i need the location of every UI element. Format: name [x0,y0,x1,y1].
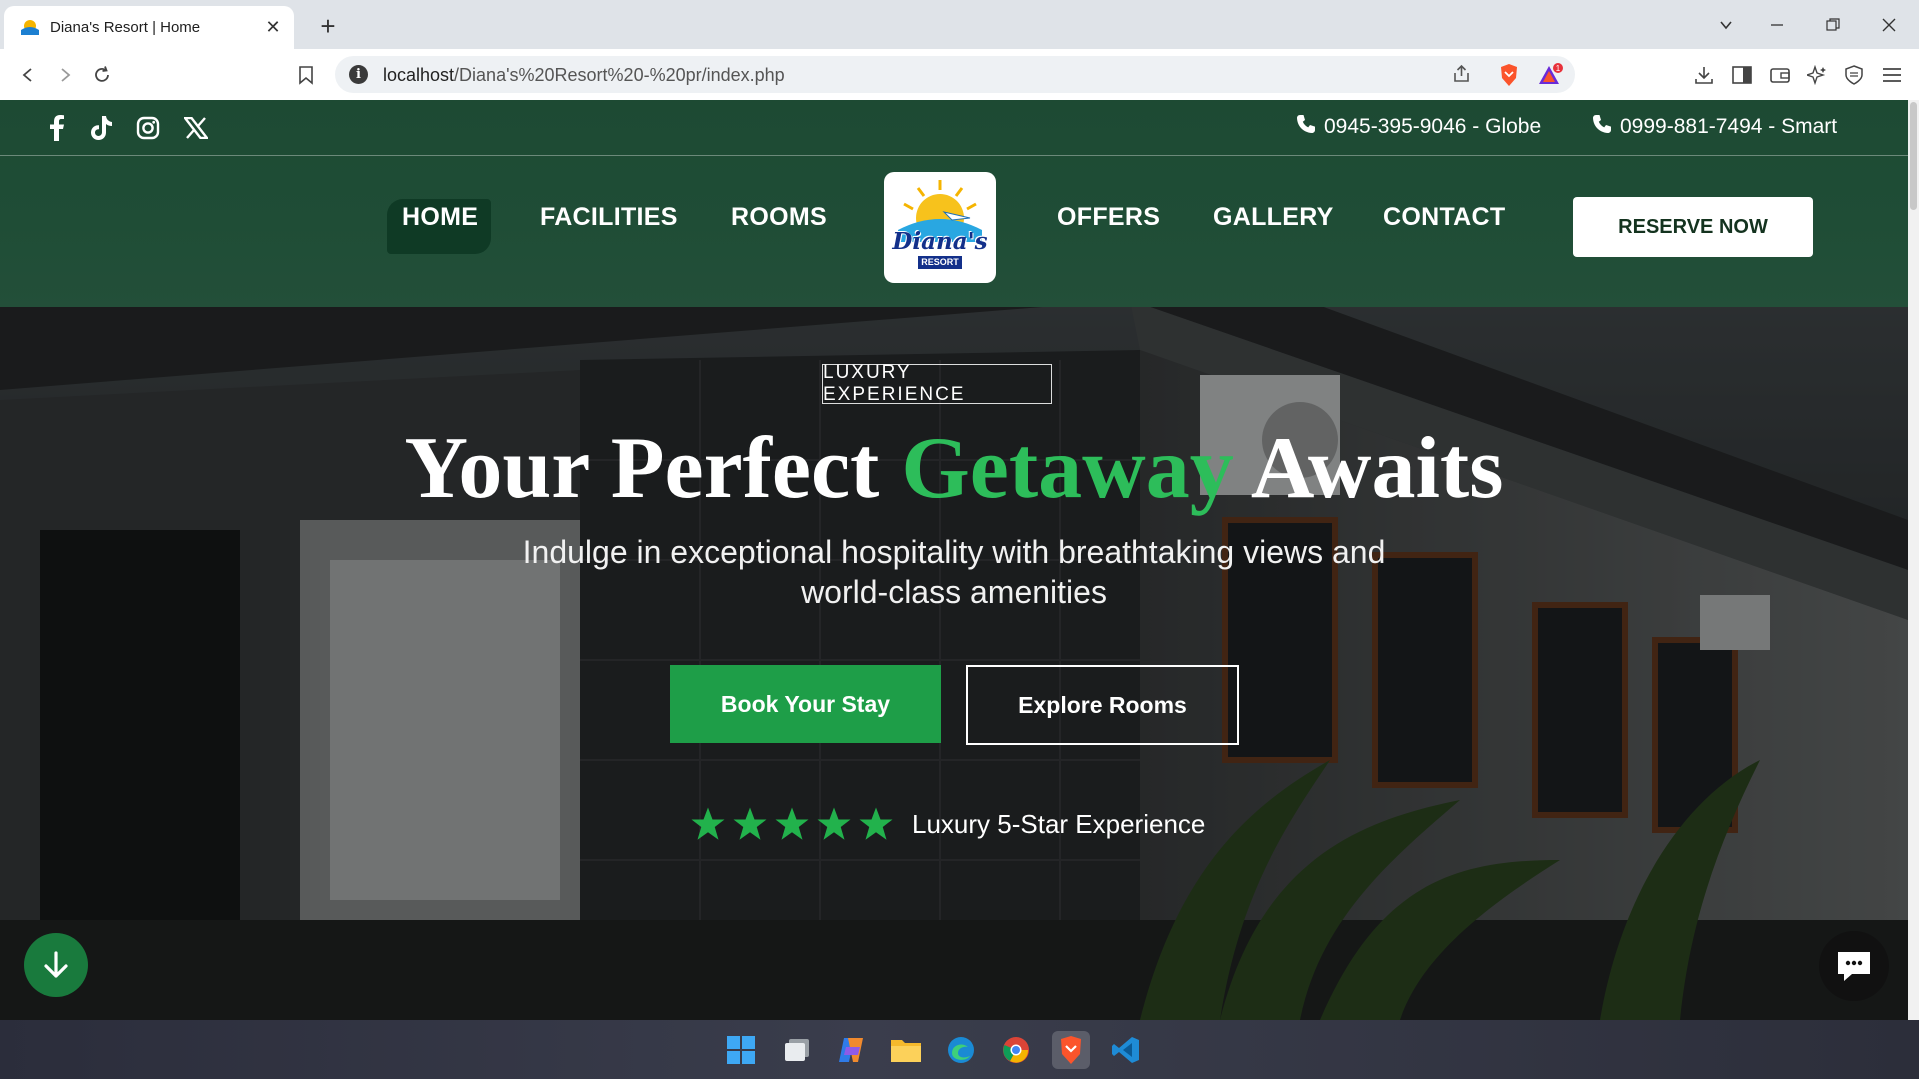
phone-icon [1296,114,1316,140]
back-icon[interactable] [14,61,42,89]
book-your-stay-button[interactable]: Book Your Stay [670,665,941,743]
browser-tab-active[interactable]: Diana's Resort | Home ✕ [4,6,294,49]
copilot-icon[interactable] [832,1031,870,1069]
phone-icon [1592,114,1612,140]
nav-facilities[interactable]: FACILITIES [540,203,678,232]
phone-globe-text: 0945-395-9046 - Globe [1324,115,1542,138]
restore-icon[interactable] [1818,10,1848,40]
sidebar-icon[interactable] [1728,61,1756,89]
nav-contact[interactable]: CONTACT [1383,203,1505,232]
bookmark-icon[interactable] [292,61,320,89]
share-icon[interactable] [1448,60,1476,88]
top-info-bar: 0945-395-9046 - Globe 0999-881-7494 - Sm… [0,100,1908,156]
reserve-now-button[interactable]: RESERVE NOW [1573,197,1813,257]
star-icon [859,807,893,840]
instagram-icon[interactable] [134,114,162,142]
page-scrollbar[interactable] [1908,100,1919,1020]
hero-tag: LUXURY EXPERIENCE [822,362,1052,405]
hero-subtitle: Indulge in exceptional hospitality with … [454,532,1454,612]
task-view-icon[interactable] [778,1031,816,1069]
hero-subtitle-line1: Indulge in exceptional hospitality with … [522,534,1386,570]
star-icon [733,807,767,840]
hero-title: Your Perfect Getaway Awaits [0,418,1908,519]
nav-offers[interactable]: OFFERS [1057,203,1160,232]
download-icon[interactable] [1690,61,1718,89]
chat-bubble-icon [1838,952,1870,981]
forward-icon[interactable] [51,61,79,89]
wallet-icon[interactable] [1766,61,1794,89]
tab-title: Diana's Resort | Home [50,19,201,36]
browser-tab-strip: Diana's Resort | Home ✕ + [0,0,1919,49]
tab-close-icon[interactable]: ✕ [262,17,284,39]
star-icon [691,807,725,840]
svg-text:1: 1 [1556,64,1561,73]
tiktok-icon[interactable] [87,114,115,142]
hero-title-end: Awaits [1233,420,1504,517]
logo-subtext: RESORT [918,256,962,269]
hero-subtitle-line2: world-class amenities [801,574,1107,610]
browser-toolbar: i localhost/Diana's%20Resort%20-%20pr/in… [0,49,1919,101]
hero-title-start: Your Perfect [404,420,902,517]
arrow-down-icon [44,951,68,978]
x-twitter-icon[interactable] [182,114,210,142]
windows-start-icon[interactable] [722,1031,760,1069]
tab-search-chevron-icon[interactable] [1711,10,1741,40]
phone-globe[interactable]: 0945-395-9046 - Globe [1296,114,1541,140]
file-explorer-icon[interactable] [887,1031,925,1069]
phone-smart[interactable]: 0999-881-7494 - Smart [1592,114,1837,140]
star-icon [775,807,809,840]
vpn-shield-icon[interactable] [1840,61,1868,89]
rating-label: Luxury 5-Star Experience [912,808,1206,839]
brave-browser-icon[interactable] [1052,1031,1090,1069]
site-info-icon[interactable]: i [349,65,368,84]
star-rating: Luxury 5-Star Experience [690,806,1205,842]
brave-rewards-icon[interactable]: 1 [1537,61,1565,89]
facebook-icon[interactable] [43,114,71,142]
windows-taskbar [0,1020,1919,1079]
phone-smart-text: 0999-881-7494 - Smart [1620,115,1838,138]
brave-shields-icon[interactable] [1495,61,1523,89]
resort-logo[interactable]: Diana's RESORT [884,172,996,283]
reload-icon[interactable] [88,61,116,89]
edge-browser-icon[interactable] [942,1031,980,1069]
address-bar[interactable]: i localhost/Diana's%20Resort%20-%20pr/in… [335,56,1575,93]
star-icon [817,807,851,840]
logo-text: Diana's [892,228,988,255]
minimize-icon[interactable] [1762,10,1792,40]
chrome-browser-icon[interactable] [997,1031,1035,1069]
nav-home[interactable]: HOME [402,203,478,232]
resort-favicon-icon [20,18,40,38]
scrollbar-thumb[interactable] [1910,102,1917,210]
close-window-icon[interactable] [1874,10,1904,40]
hero-title-accent: Getaway [901,420,1234,517]
explore-rooms-button[interactable]: Explore Rooms [966,665,1239,745]
url-text[interactable]: localhost/Diana's%20Resort%20-%20pr/inde… [383,65,785,86]
resort-homepage: 0945-395-9046 - Globe 0999-881-7494 - Sm… [0,100,1908,1020]
menu-hamburger-icon[interactable] [1878,61,1906,89]
vscode-icon[interactable] [1107,1031,1145,1069]
scroll-down-button[interactable] [24,933,88,997]
chat-support-button[interactable] [1819,931,1889,1001]
leo-ai-icon[interactable] [1803,61,1831,89]
nav-gallery[interactable]: GALLERY [1213,203,1334,232]
nav-rooms[interactable]: ROOMS [731,203,827,232]
new-tab-icon[interactable]: + [314,11,342,41]
